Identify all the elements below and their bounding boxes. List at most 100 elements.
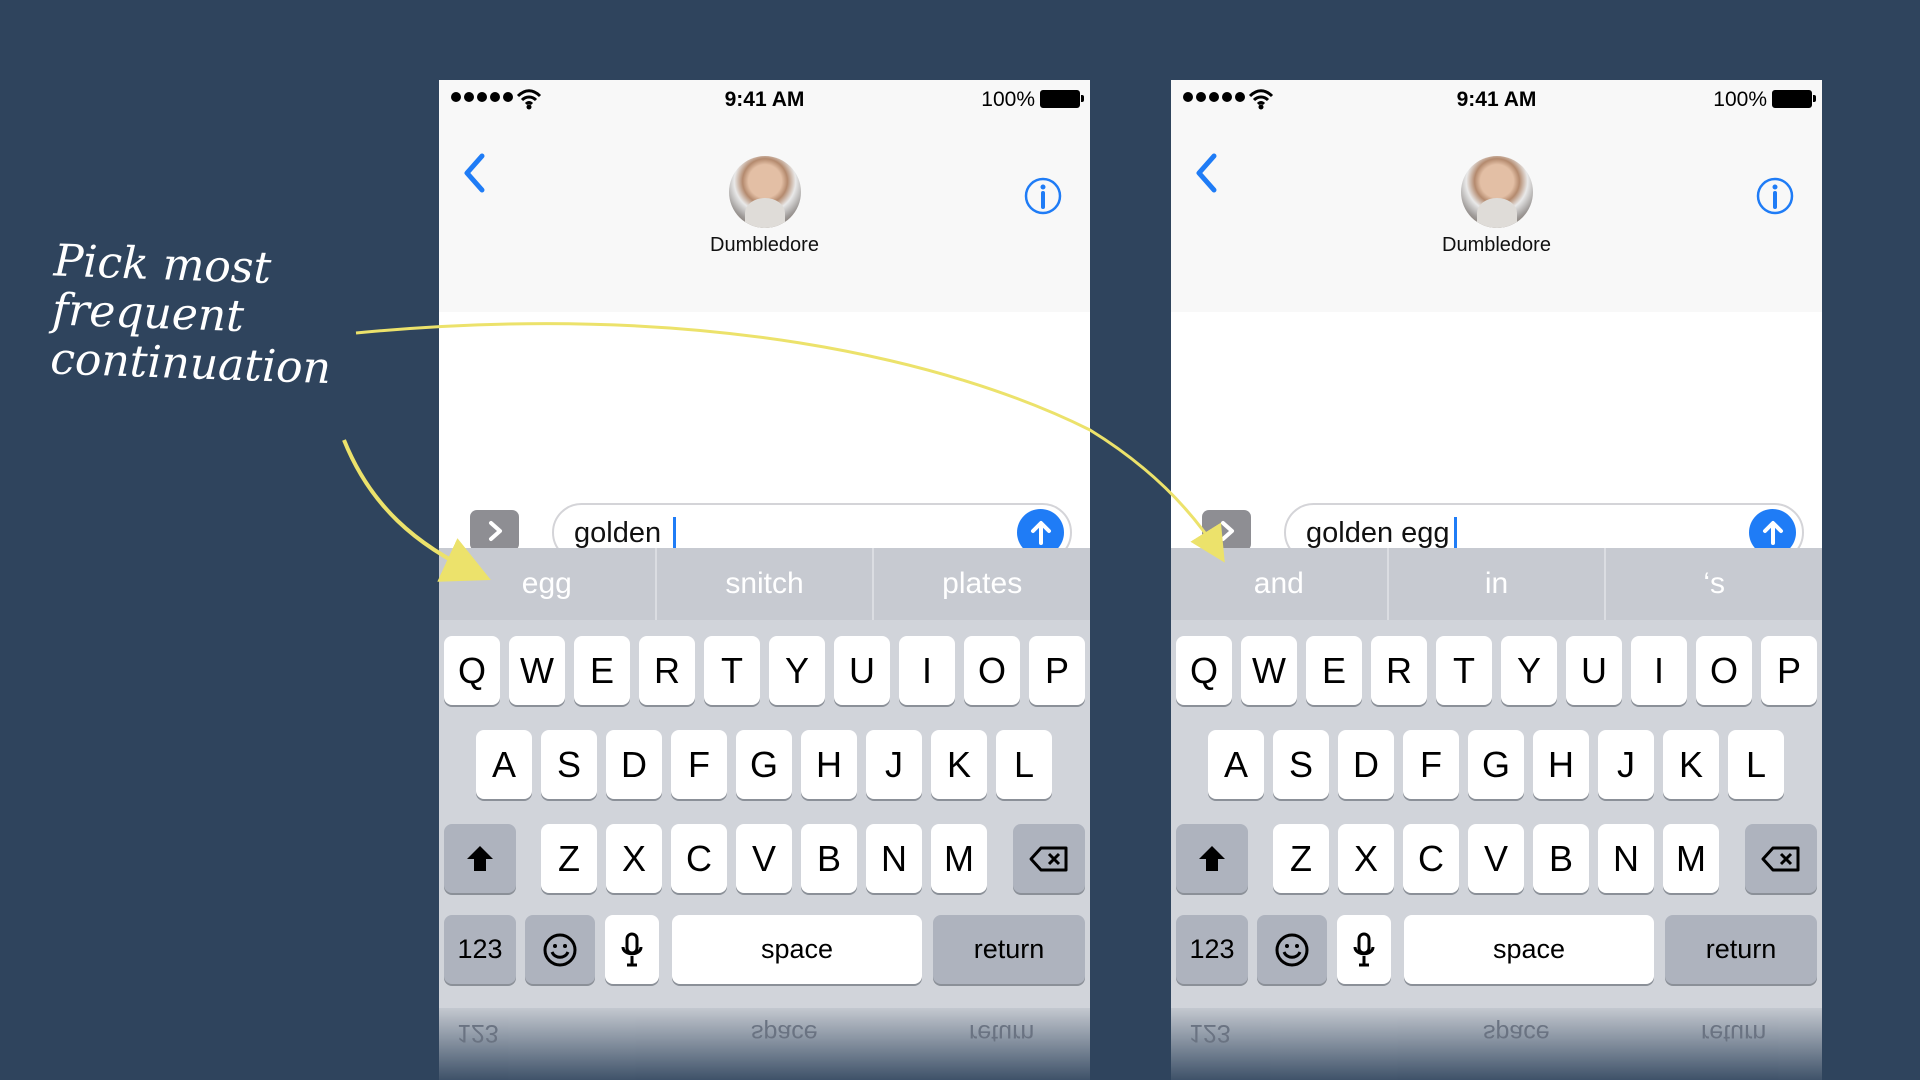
key-r[interactable]: R xyxy=(639,636,695,705)
key-x[interactable]: X xyxy=(606,824,662,893)
key-b[interactable]: B xyxy=(801,824,857,893)
emoji-key[interactable] xyxy=(525,915,595,984)
key-e[interactable]: E xyxy=(574,636,630,705)
prediction-suggestion[interactable]: and xyxy=(1171,548,1389,620)
key-r[interactable]: R xyxy=(1371,636,1427,705)
key-t[interactable]: T xyxy=(704,636,760,705)
shift-arrow-icon xyxy=(1199,845,1225,871)
prediction-suggestion[interactable]: in xyxy=(1389,548,1607,620)
avatar[interactable] xyxy=(1461,156,1533,228)
apps-toggle-button[interactable] xyxy=(470,510,519,551)
key-q[interactable]: Q xyxy=(1176,636,1232,705)
key-u[interactable]: U xyxy=(834,636,890,705)
key-c[interactable]: C xyxy=(671,824,727,893)
key-s[interactable]: S xyxy=(1273,730,1329,799)
message-input-text: golden xyxy=(574,517,670,549)
reflected-space-label: space xyxy=(1483,1019,1550,1047)
shift-key[interactable] xyxy=(1176,824,1248,893)
key-t[interactable]: T xyxy=(1436,636,1492,705)
prediction-suggestion[interactable]: plates xyxy=(874,548,1090,620)
key-y[interactable]: Y xyxy=(769,636,825,705)
key-b[interactable]: B xyxy=(1533,824,1589,893)
key-w[interactable]: W xyxy=(509,636,565,705)
key-i[interactable]: I xyxy=(1631,636,1687,705)
emoji-icon xyxy=(1275,933,1309,966)
status-bar: 9:41 AM 100% xyxy=(1171,80,1822,120)
info-icon[interactable] xyxy=(1755,176,1795,216)
key-w[interactable]: W xyxy=(1241,636,1297,705)
key-o[interactable]: O xyxy=(1696,636,1752,705)
conversation-header: Dumbledore xyxy=(439,120,1090,313)
prediction-suggestion[interactable]: egg xyxy=(439,548,657,620)
phone-screen-right: 9:41 AM 100% Dumbledore golden egg and i… xyxy=(1171,80,1822,1080)
back-chevron-icon[interactable] xyxy=(455,148,495,198)
key-j[interactable]: J xyxy=(1598,730,1654,799)
key-f[interactable]: F xyxy=(671,730,727,799)
key-h[interactable]: H xyxy=(801,730,857,799)
key-z[interactable]: Z xyxy=(1273,824,1329,893)
key-h[interactable]: H xyxy=(1533,730,1589,799)
space-key[interactable]: space xyxy=(1404,915,1654,984)
dictation-key[interactable] xyxy=(1337,915,1391,984)
key-x[interactable]: X xyxy=(1338,824,1394,893)
battery-percentage: 100% xyxy=(1713,88,1767,111)
key-u[interactable]: U xyxy=(1566,636,1622,705)
key-p[interactable]: P xyxy=(1761,636,1817,705)
key-a[interactable]: A xyxy=(476,730,532,799)
key-f[interactable]: F xyxy=(1403,730,1459,799)
key-v[interactable]: V xyxy=(736,824,792,893)
key-e[interactable]: E xyxy=(1306,636,1362,705)
key-d[interactable]: D xyxy=(606,730,662,799)
key-j[interactable]: J xyxy=(866,730,922,799)
key-l[interactable]: L xyxy=(996,730,1052,799)
send-arrow-icon xyxy=(1030,520,1051,545)
shift-key[interactable] xyxy=(444,824,516,893)
chevron-right-icon xyxy=(488,520,502,541)
key-g[interactable]: G xyxy=(1468,730,1524,799)
key-m[interactable]: M xyxy=(1663,824,1719,893)
numbers-key[interactable]: 123 xyxy=(444,915,516,984)
contact-name[interactable]: Dumbledore xyxy=(1171,234,1822,257)
apps-toggle-button[interactable] xyxy=(1202,510,1251,551)
battery-percentage: 100% xyxy=(981,88,1035,111)
keyboard-reflection: 123 space return xyxy=(439,1008,1090,1080)
annotation-line-3: continuation xyxy=(49,333,332,395)
key-g[interactable]: G xyxy=(736,730,792,799)
contact-name[interactable]: Dumbledore xyxy=(439,234,1090,257)
delete-key[interactable] xyxy=(1745,824,1817,893)
key-l[interactable]: L xyxy=(1728,730,1784,799)
key-a[interactable]: A xyxy=(1208,730,1264,799)
reflected-return-label: return xyxy=(969,1019,1035,1047)
key-v[interactable]: V xyxy=(1468,824,1524,893)
key-p[interactable]: P xyxy=(1029,636,1085,705)
key-i[interactable]: I xyxy=(899,636,955,705)
key-n[interactable]: N xyxy=(1598,824,1654,893)
dictation-key[interactable] xyxy=(605,915,659,984)
backspace-icon xyxy=(1761,846,1800,871)
return-key[interactable]: return xyxy=(1665,915,1817,984)
emoji-key[interactable] xyxy=(1257,915,1327,984)
key-d[interactable]: D xyxy=(1338,730,1394,799)
key-m[interactable]: M xyxy=(931,824,987,893)
key-k[interactable]: K xyxy=(931,730,987,799)
prediction-suggestion[interactable]: ‘s xyxy=(1606,548,1822,620)
return-key[interactable]: return xyxy=(933,915,1085,984)
key-y[interactable]: Y xyxy=(1501,636,1557,705)
key-z[interactable]: Z xyxy=(541,824,597,893)
key-s[interactable]: S xyxy=(541,730,597,799)
prediction-suggestion[interactable]: snitch xyxy=(657,548,875,620)
key-q[interactable]: Q xyxy=(444,636,500,705)
info-icon[interactable] xyxy=(1023,176,1063,216)
reflected-return-label: return xyxy=(1701,1019,1767,1047)
delete-key[interactable] xyxy=(1013,824,1085,893)
key-o[interactable]: O xyxy=(964,636,1020,705)
key-k[interactable]: K xyxy=(1663,730,1719,799)
key-n[interactable]: N xyxy=(866,824,922,893)
numbers-key[interactable]: 123 xyxy=(1176,915,1248,984)
reflected-numbers-label: 123 xyxy=(457,1019,499,1047)
space-key[interactable]: space xyxy=(672,915,922,984)
key-c[interactable]: C xyxy=(1403,824,1459,893)
conversation-header: Dumbledore xyxy=(1171,120,1822,313)
back-chevron-icon[interactable] xyxy=(1187,148,1227,198)
avatar[interactable] xyxy=(729,156,801,228)
